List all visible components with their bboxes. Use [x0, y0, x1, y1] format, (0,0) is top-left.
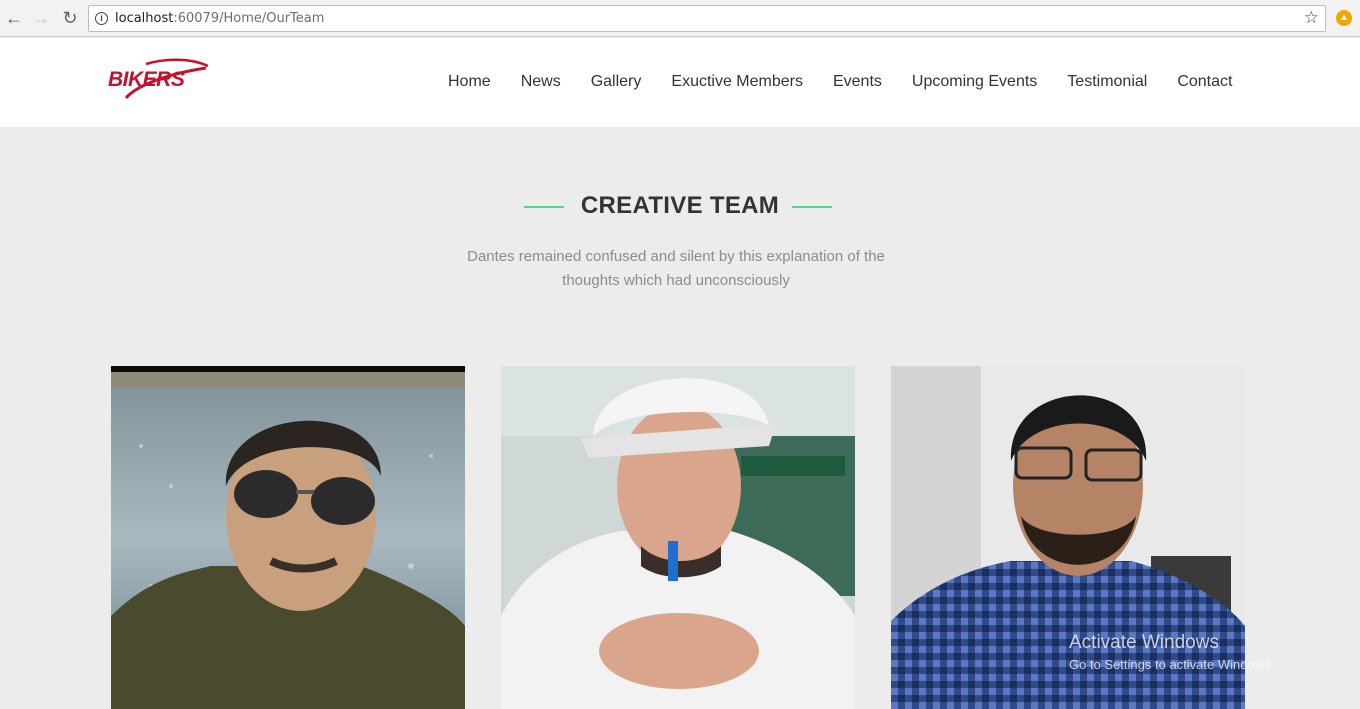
- subtitle-line-1: Dantes remained confused and silent by t…: [467, 248, 885, 265]
- team-member-photo[interactable]: [501, 366, 855, 709]
- person-sunglasses-image: [111, 366, 465, 709]
- nav-executive-members[interactable]: Exuctive Members: [671, 73, 803, 91]
- nav-testimonial[interactable]: Testimonial: [1067, 73, 1147, 91]
- nav-contact[interactable]: Contact: [1177, 73, 1232, 91]
- watermark-title: Activate Windows: [1069, 632, 1219, 653]
- back-arrow-icon[interactable]: ←: [4, 8, 24, 28]
- nav-news[interactable]: News: [521, 73, 561, 91]
- forward-arrow-icon[interactable]: →: [31, 8, 51, 28]
- reload-icon[interactable]: ↻: [60, 8, 80, 28]
- nav-gallery[interactable]: Gallery: [591, 73, 642, 91]
- title-divider-right: [792, 206, 832, 208]
- nav-events[interactable]: Events: [833, 73, 882, 91]
- info-icon[interactable]: i: [95, 12, 108, 25]
- subtitle-line-2: thoughts which had unconsciously: [562, 272, 790, 289]
- browser-toolbar: ← → ↻ i localhost:60079/Home/OurTeam ☆ ▲: [0, 0, 1360, 37]
- site-logo[interactable]: BIKERS: [106, 56, 210, 100]
- bookmark-star-icon[interactable]: ☆: [1304, 8, 1319, 28]
- site-header: BIKERS Home News Gallery Exuctive Member…: [0, 38, 1360, 127]
- activate-windows-watermark: Activate Windows Go to Settings to activ…: [1069, 632, 1274, 672]
- main-nav: Home News Gallery Exuctive Members Event…: [448, 73, 1262, 91]
- team-member-photo[interactable]: [111, 366, 465, 709]
- person-white-cap-image: [501, 366, 855, 709]
- logo-text: BIKERS: [108, 68, 185, 91]
- nav-upcoming-events[interactable]: Upcoming Events: [912, 73, 1037, 91]
- address-bar[interactable]: i localhost:60079/Home/OurTeam ☆: [88, 5, 1326, 32]
- nav-home[interactable]: Home: [448, 73, 491, 91]
- section-title: CREATIVE TEAM: [580, 192, 780, 219]
- url-text[interactable]: localhost:60079/Home/OurTeam: [115, 11, 324, 26]
- section-title-wrap: CREATIVE TEAM: [0, 192, 1360, 220]
- extension-icon[interactable]: ▲: [1336, 10, 1352, 26]
- section-subtitle: Dantes remained confused and silent by t…: [446, 245, 906, 293]
- watermark-subtitle: Go to Settings to activate Windows.: [1069, 657, 1275, 672]
